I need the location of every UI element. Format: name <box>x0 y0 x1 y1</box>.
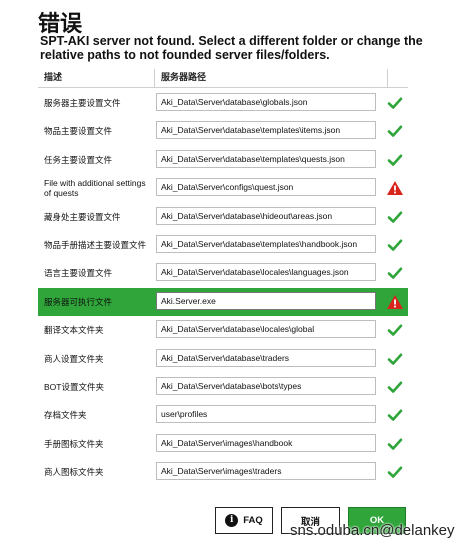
column-header-description: 描述 <box>38 69 155 87</box>
row-description: 存档文件夹 <box>44 410 87 421</box>
server-path-input[interactable]: Aki_Data\Server\database\templates\handb… <box>156 235 376 253</box>
table-row[interactable]: 商人图标文件夹 Aki_Data\Server\images\traders <box>38 458 408 486</box>
checkmark-icon <box>386 94 404 112</box>
table-row[interactable]: 服务器主要设置文件 Aki_Data\Server\database\global… <box>38 89 408 117</box>
paths-table: 描述 服务器路径 服务器主要设置文件 Aki_Data\Server\databa… <box>38 69 408 481</box>
checkmark-icon <box>386 122 404 140</box>
server-path-input[interactable]: user\profiles <box>156 405 376 424</box>
server-path-input[interactable]: Aki_Data\Server\images\handbook <box>156 433 376 452</box>
row-description: 商人图标文件夹 <box>44 467 104 478</box>
server-path-input[interactable]: Aki_Data\Server\configs\quest.json <box>156 178 376 197</box>
server-path-input[interactable]: Aki_Data\Server\database\templates\quest… <box>156 149 376 168</box>
checkmark-icon <box>386 151 404 169</box>
table-row[interactable]: 商人设置文件夹 Aki_Data\Server\database\traders <box>38 345 408 373</box>
server-path-input[interactable]: Aki_Data\Server\database\traders <box>156 348 376 367</box>
checkmark-icon <box>386 236 404 254</box>
row-description: 任务主要设置文件 <box>44 154 113 165</box>
server-path-input[interactable]: Aki.Server.exe <box>156 291 376 310</box>
table-row[interactable]: 物品主要设置文件 Aki_Data\Server\database\templat… <box>38 117 408 145</box>
server-path-input[interactable]: Aki_Data\Server\images\traders <box>156 462 376 481</box>
column-header-status <box>388 69 408 87</box>
row-description: 翻译文本文件夹 <box>44 325 104 336</box>
table-row[interactable]: 存档文件夹 user\profiles <box>38 401 408 429</box>
table-row[interactable]: 物品手册描述主要设置文件 Aki_Data\Server\database\tem… <box>38 231 408 259</box>
server-path-input[interactable]: Aki_Data\Server\database\bots\types <box>156 377 376 395</box>
server-path-input[interactable]: Aki_Data\Server\database\templates\items… <box>156 121 376 140</box>
row-description: 物品主要设置文件 <box>44 126 113 137</box>
server-path-input[interactable]: Aki_Data\Server\database\globals.json <box>156 93 376 111</box>
row-description: BOT设置文件夹 <box>44 382 104 392</box>
table-row[interactable]: BOT设置文件夹 Aki_Data\Server\database\bots\ty… <box>38 373 408 401</box>
table-row[interactable]: 服务器可执行文件 Aki.Server.exe <box>38 287 408 316</box>
server-path-input[interactable]: Aki_Data\Server\database\locales\languag… <box>156 263 376 282</box>
checkmark-icon <box>386 264 404 282</box>
row-description: 服务器主要设置文件 <box>44 98 121 108</box>
row-description: 语言主要设置文件 <box>44 268 113 279</box>
table-row[interactable]: File with additional settings of quests A… <box>38 174 408 202</box>
error-message: SPT-AKI server not found. Select a diffe… <box>40 34 423 62</box>
checkmark-icon <box>386 463 404 481</box>
server-path-input[interactable]: Aki_Data\Server\database\locales\global <box>156 320 376 339</box>
checkmark-icon <box>386 350 404 368</box>
column-header-server-path: 服务器路径 <box>155 69 388 87</box>
table-row[interactable]: 手册图标文件夹 Aki_Data\Server\images\handbook <box>38 430 408 458</box>
checkmark-icon <box>386 435 404 453</box>
warning-icon <box>386 179 404 197</box>
row-description: File with additional settings of quests <box>44 178 146 199</box>
faq-button[interactable]: i FAQ <box>215 507 273 534</box>
checkmark-icon <box>386 321 404 339</box>
row-description: 商人设置文件夹 <box>44 353 104 364</box>
table-row[interactable]: 翻译文本文件夹 Aki_Data\Server\database\locales\… <box>38 316 408 344</box>
watermark: sns.oduba.cn@delankey <box>290 522 455 539</box>
row-description: 手册图标文件夹 <box>44 438 104 449</box>
table-row[interactable]: 任务主要设置文件 Aki_Data\Server\database\templat… <box>38 146 408 174</box>
table-row[interactable]: 藏身处主要设置文件 Aki_Data\Server\database\hideou… <box>38 203 408 231</box>
faq-button-label: FAQ <box>243 515 263 526</box>
table-header: 描述 服务器路径 <box>38 69 408 88</box>
row-description: 服务器可执行文件 <box>44 296 113 307</box>
warning-icon <box>386 293 404 311</box>
table-row[interactable]: 语言主要设置文件 Aki_Data\Server\database\locales… <box>38 259 408 287</box>
checkmark-icon <box>386 378 404 396</box>
server-path-input[interactable]: Aki_Data\Server\database\hideout\areas.j… <box>156 206 376 225</box>
checkmark-icon <box>386 406 404 424</box>
checkmark-icon <box>386 208 404 226</box>
row-description: 藏身处主要设置文件 <box>44 211 121 222</box>
row-description: 物品手册描述主要设置文件 <box>44 240 147 250</box>
info-icon: i <box>225 514 239 527</box>
